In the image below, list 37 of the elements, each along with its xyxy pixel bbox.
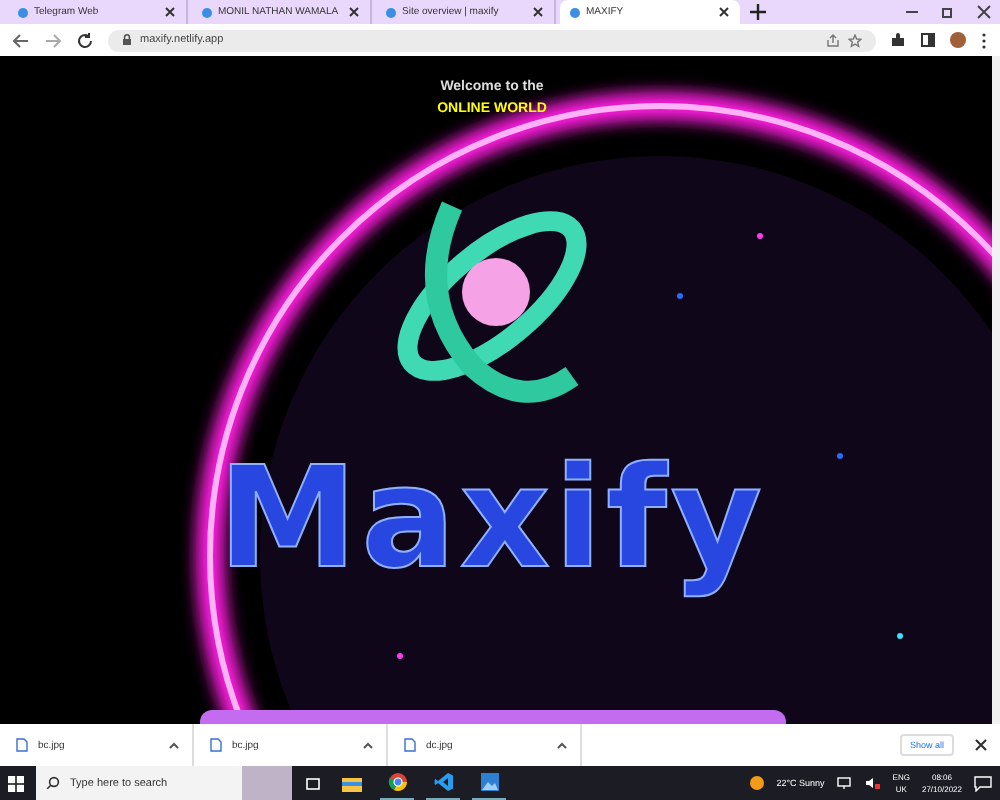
caret-icon[interactable] [168, 741, 180, 749]
caret-icon[interactable] [556, 741, 568, 749]
speaker-icon[interactable] [864, 776, 881, 790]
close-icon[interactable] [718, 6, 730, 18]
restore-icon[interactable] [940, 4, 956, 20]
close-icon[interactable] [976, 4, 992, 20]
logo-text: Maxify [215, 434, 769, 604]
extensions-icon[interactable] [890, 32, 906, 48]
file-icon [404, 738, 416, 752]
search-highlight-picture [242, 766, 292, 800]
notifications-icon[interactable] [974, 775, 992, 791]
star-icon[interactable] [848, 33, 862, 47]
caret-icon[interactable] [362, 741, 374, 749]
profile-avatar[interactable] [950, 32, 966, 48]
network-icon[interactable] [836, 776, 853, 790]
share-icon[interactable] [826, 33, 840, 47]
scrollbar[interactable] [992, 56, 1000, 724]
close-icon[interactable] [532, 6, 544, 18]
new-tab-icon[interactable] [750, 4, 766, 20]
favicon-icon [18, 7, 28, 17]
favicon-icon [386, 7, 396, 17]
file-icon [210, 738, 222, 752]
close-icon[interactable] [348, 6, 360, 18]
reload-icon[interactable] [76, 31, 94, 49]
search-icon [46, 776, 60, 790]
close-icon[interactable] [164, 6, 176, 18]
close-icon[interactable] [974, 738, 988, 752]
file-icon [16, 738, 28, 752]
sun-icon [750, 776, 765, 790]
favicon-icon [570, 7, 580, 17]
back-icon[interactable] [12, 31, 30, 49]
lock-icon [122, 34, 132, 46]
start-icon[interactable] [8, 775, 24, 791]
favicon-icon [202, 7, 212, 17]
menu-icon[interactable] [980, 31, 988, 49]
task-view-icon[interactable] [304, 775, 322, 791]
side-panel-icon[interactable] [920, 32, 936, 48]
